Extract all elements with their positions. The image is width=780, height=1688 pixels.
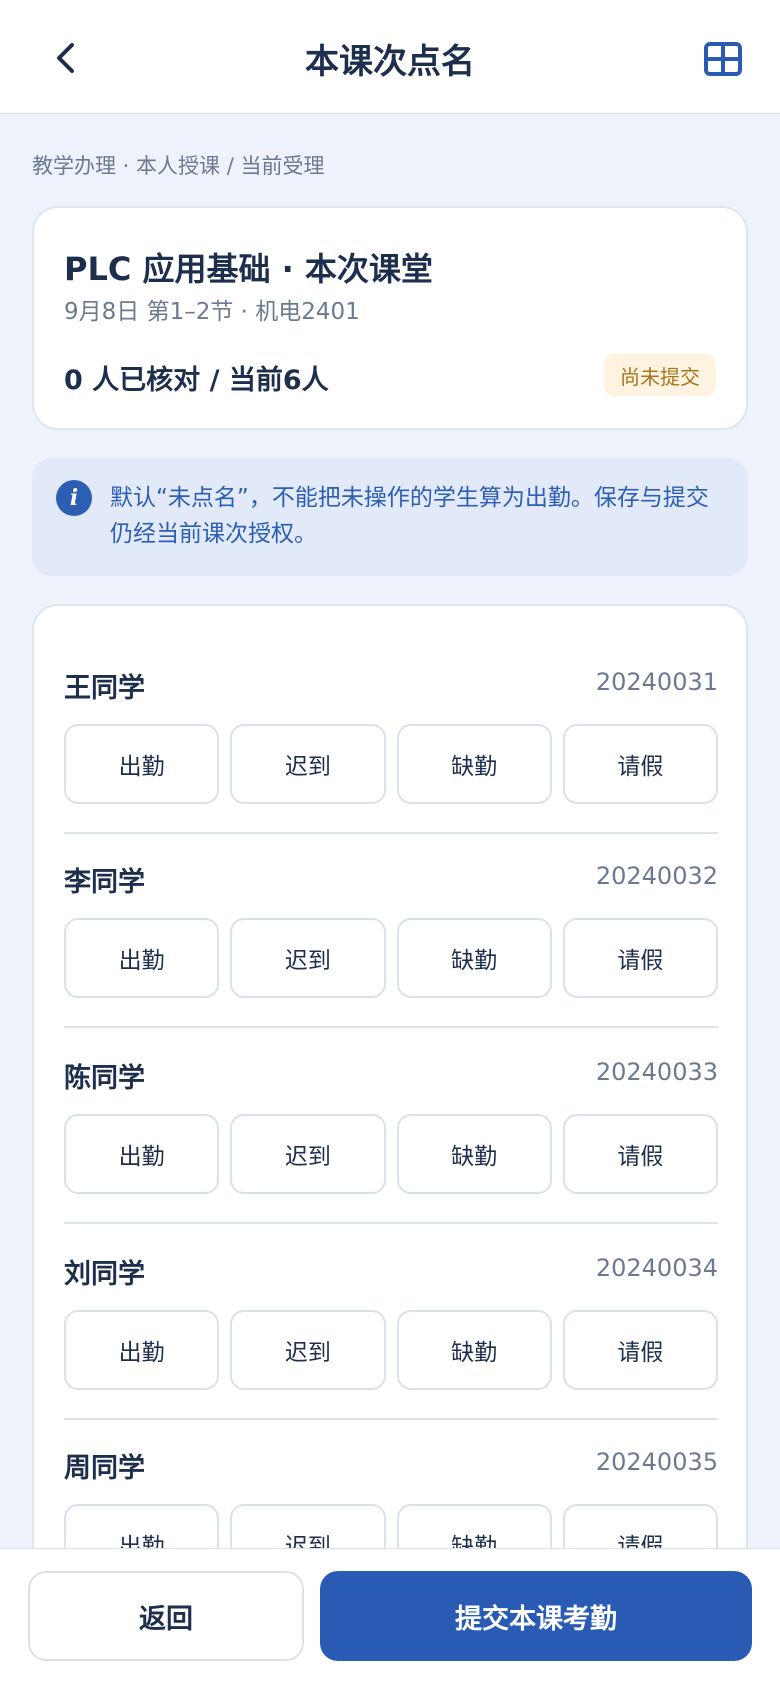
return-button[interactable]: 返回 xyxy=(28,1571,304,1661)
notice-text: 默认“未点名”，不能把未操作的学生算为出勤。保存与提交仍经当前课次授权。 xyxy=(110,485,709,547)
student-name: 周同学 xyxy=(64,1453,145,1484)
course-meta: 9月8日 第1–2节 · 机电2401 xyxy=(64,299,360,325)
bottom-action-bar: 返回 提交本课考勤 xyxy=(0,1548,780,1688)
student-row: 王同学 20240031 出勤 迟到 缺勤 请假 xyxy=(64,606,718,834)
top-bar: 本课次点名 xyxy=(0,0,780,114)
present-button[interactable]: 出勤 xyxy=(64,1114,220,1194)
late-button[interactable]: 迟到 xyxy=(230,1114,386,1194)
breadcrumb: 教学办理 · 本人授课 / 当前受理 xyxy=(32,154,325,178)
absent-button[interactable]: 缺勤 xyxy=(396,1310,552,1390)
checked-count: 0 人已核对 / 当前6人 xyxy=(64,365,329,396)
present-button[interactable]: 出勤 xyxy=(64,918,220,998)
student-name: 王同学 xyxy=(64,673,145,704)
absent-button[interactable]: 缺勤 xyxy=(396,918,552,998)
grid-icon xyxy=(704,42,742,76)
present-button[interactable]: 出勤 xyxy=(64,724,220,804)
student-name: 陈同学 xyxy=(64,1063,145,1094)
leave-button[interactable]: 请假 xyxy=(562,724,718,804)
course-card: PLC 应用基础 · 本次课堂 9月8日 第1–2节 · 机电2401 0 人已… xyxy=(32,206,748,430)
late-button[interactable]: 迟到 xyxy=(230,918,386,998)
leave-button[interactable]: 请假 xyxy=(562,1114,718,1194)
grid-menu-button[interactable] xyxy=(700,36,746,82)
student-id: 20240035 xyxy=(595,1448,718,1476)
student-list: 王同学 20240031 出勤 迟到 缺勤 请假 李同学 20240032 出勤… xyxy=(32,604,748,1688)
notice-box: i 默认“未点名”，不能把未操作的学生算为出勤。保存与提交仍经当前课次授权。 xyxy=(32,458,748,576)
student-row: 刘同学 20240034 出勤 迟到 缺勤 请假 xyxy=(64,1192,718,1420)
student-id: 20240034 xyxy=(595,1254,718,1282)
info-icon: i xyxy=(56,480,92,516)
course-title: PLC 应用基础 · 本次课堂 xyxy=(64,250,433,288)
student-id: 20240032 xyxy=(595,862,718,890)
page-title: 本课次点名 xyxy=(305,42,475,82)
student-name: 刘同学 xyxy=(64,1259,145,1290)
late-button[interactable]: 迟到 xyxy=(230,724,386,804)
absent-button[interactable]: 缺勤 xyxy=(396,1114,552,1194)
student-name: 李同学 xyxy=(64,867,145,898)
absent-button[interactable]: 缺勤 xyxy=(396,724,552,804)
submit-attendance-button[interactable]: 提交本课考勤 xyxy=(320,1571,752,1661)
late-button[interactable]: 迟到 xyxy=(230,1310,386,1390)
student-row: 陈同学 20240033 出勤 迟到 缺勤 请假 xyxy=(64,996,718,1224)
status-badge: 尚未提交 xyxy=(604,354,716,396)
student-row: 李同学 20240032 出勤 迟到 缺勤 请假 xyxy=(64,800,718,1028)
leave-button[interactable]: 请假 xyxy=(562,918,718,998)
student-id: 20240033 xyxy=(595,1058,718,1086)
leave-button[interactable]: 请假 xyxy=(562,1310,718,1390)
present-button[interactable]: 出勤 xyxy=(64,1310,220,1390)
student-id: 20240031 xyxy=(595,668,718,696)
